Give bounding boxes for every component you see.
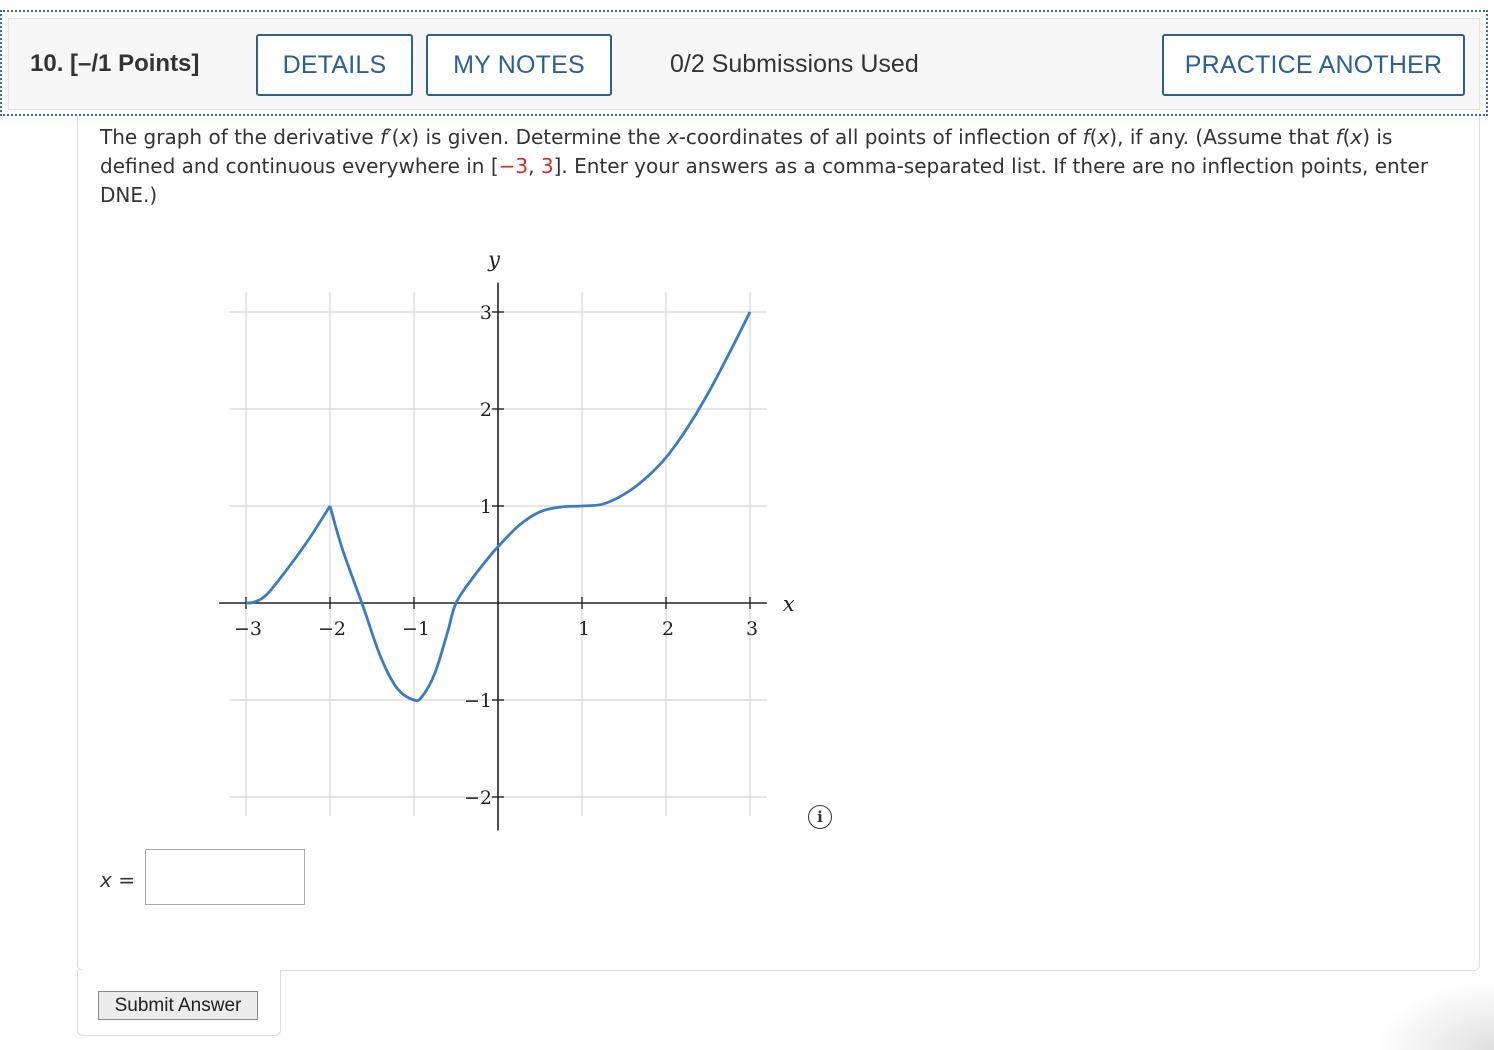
- answer-label: x =: [100, 868, 135, 892]
- derivative-graph: −3 −2 −1 1 2 3 −2 −1 1 2 3 x y: [219, 248, 795, 831]
- question-text-part: ,: [528, 154, 541, 178]
- math-x: x: [1097, 125, 1110, 149]
- details-button[interactable]: DETAILS: [256, 34, 413, 96]
- question-text-part: ), if any. (Assume that: [1109, 125, 1336, 149]
- corner-shadow: [1374, 980, 1494, 1050]
- math-fprime: f′: [380, 125, 392, 149]
- answer-label-var: x: [100, 868, 112, 892]
- submissions-count: 0/2 Submissions Used: [670, 50, 919, 78]
- question-text-part: The graph of the derivative: [100, 125, 381, 149]
- submit-answer-button[interactable]: Submit Answer: [98, 991, 258, 1020]
- x-tick-label: 1: [578, 618, 590, 640]
- math-x: x: [666, 125, 679, 149]
- question-text: The graph of the derivative f′(x) is giv…: [100, 123, 1470, 210]
- y-tick-label: 3: [480, 302, 492, 324]
- points-label: [–/1 Points]: [70, 50, 200, 77]
- answer-input[interactable]: [145, 849, 305, 905]
- y-tick-label: −1: [464, 690, 492, 712]
- question-text-part: ) is given. Determine the: [411, 125, 667, 149]
- question-number: 10. [–/1 Points]: [30, 50, 199, 78]
- math-f: f: [1082, 125, 1090, 149]
- x-axis-label: x: [783, 592, 795, 616]
- x-tick-label: −1: [402, 618, 430, 640]
- answer-label-eq: =: [111, 868, 135, 892]
- math-x: x: [399, 125, 412, 149]
- practice-another-button[interactable]: PRACTICE ANOTHER: [1162, 34, 1465, 96]
- y-tick-label: 1: [480, 496, 492, 518]
- my-notes-button[interactable]: MY NOTES: [426, 34, 612, 96]
- y-tick-label: 2: [480, 399, 492, 421]
- x-tick-label: −3: [234, 618, 262, 640]
- x-tick-label: 3: [746, 618, 758, 640]
- question-number-label: 10.: [30, 50, 64, 77]
- math-x: x: [1350, 125, 1363, 149]
- info-icon[interactable]: i: [808, 805, 832, 829]
- question-text-part: -coordinates of all points of inflection…: [678, 125, 1083, 149]
- y-axis-label: y: [487, 248, 501, 272]
- interval-high: 3: [540, 154, 554, 178]
- interval-low: −3: [498, 154, 529, 178]
- x-tick-label: 2: [662, 618, 674, 640]
- y-tick-label: −2: [464, 787, 492, 809]
- math-f: f: [1335, 125, 1343, 149]
- derivative-curve-left: [245, 505, 332, 605]
- x-tick-label: −2: [318, 618, 346, 640]
